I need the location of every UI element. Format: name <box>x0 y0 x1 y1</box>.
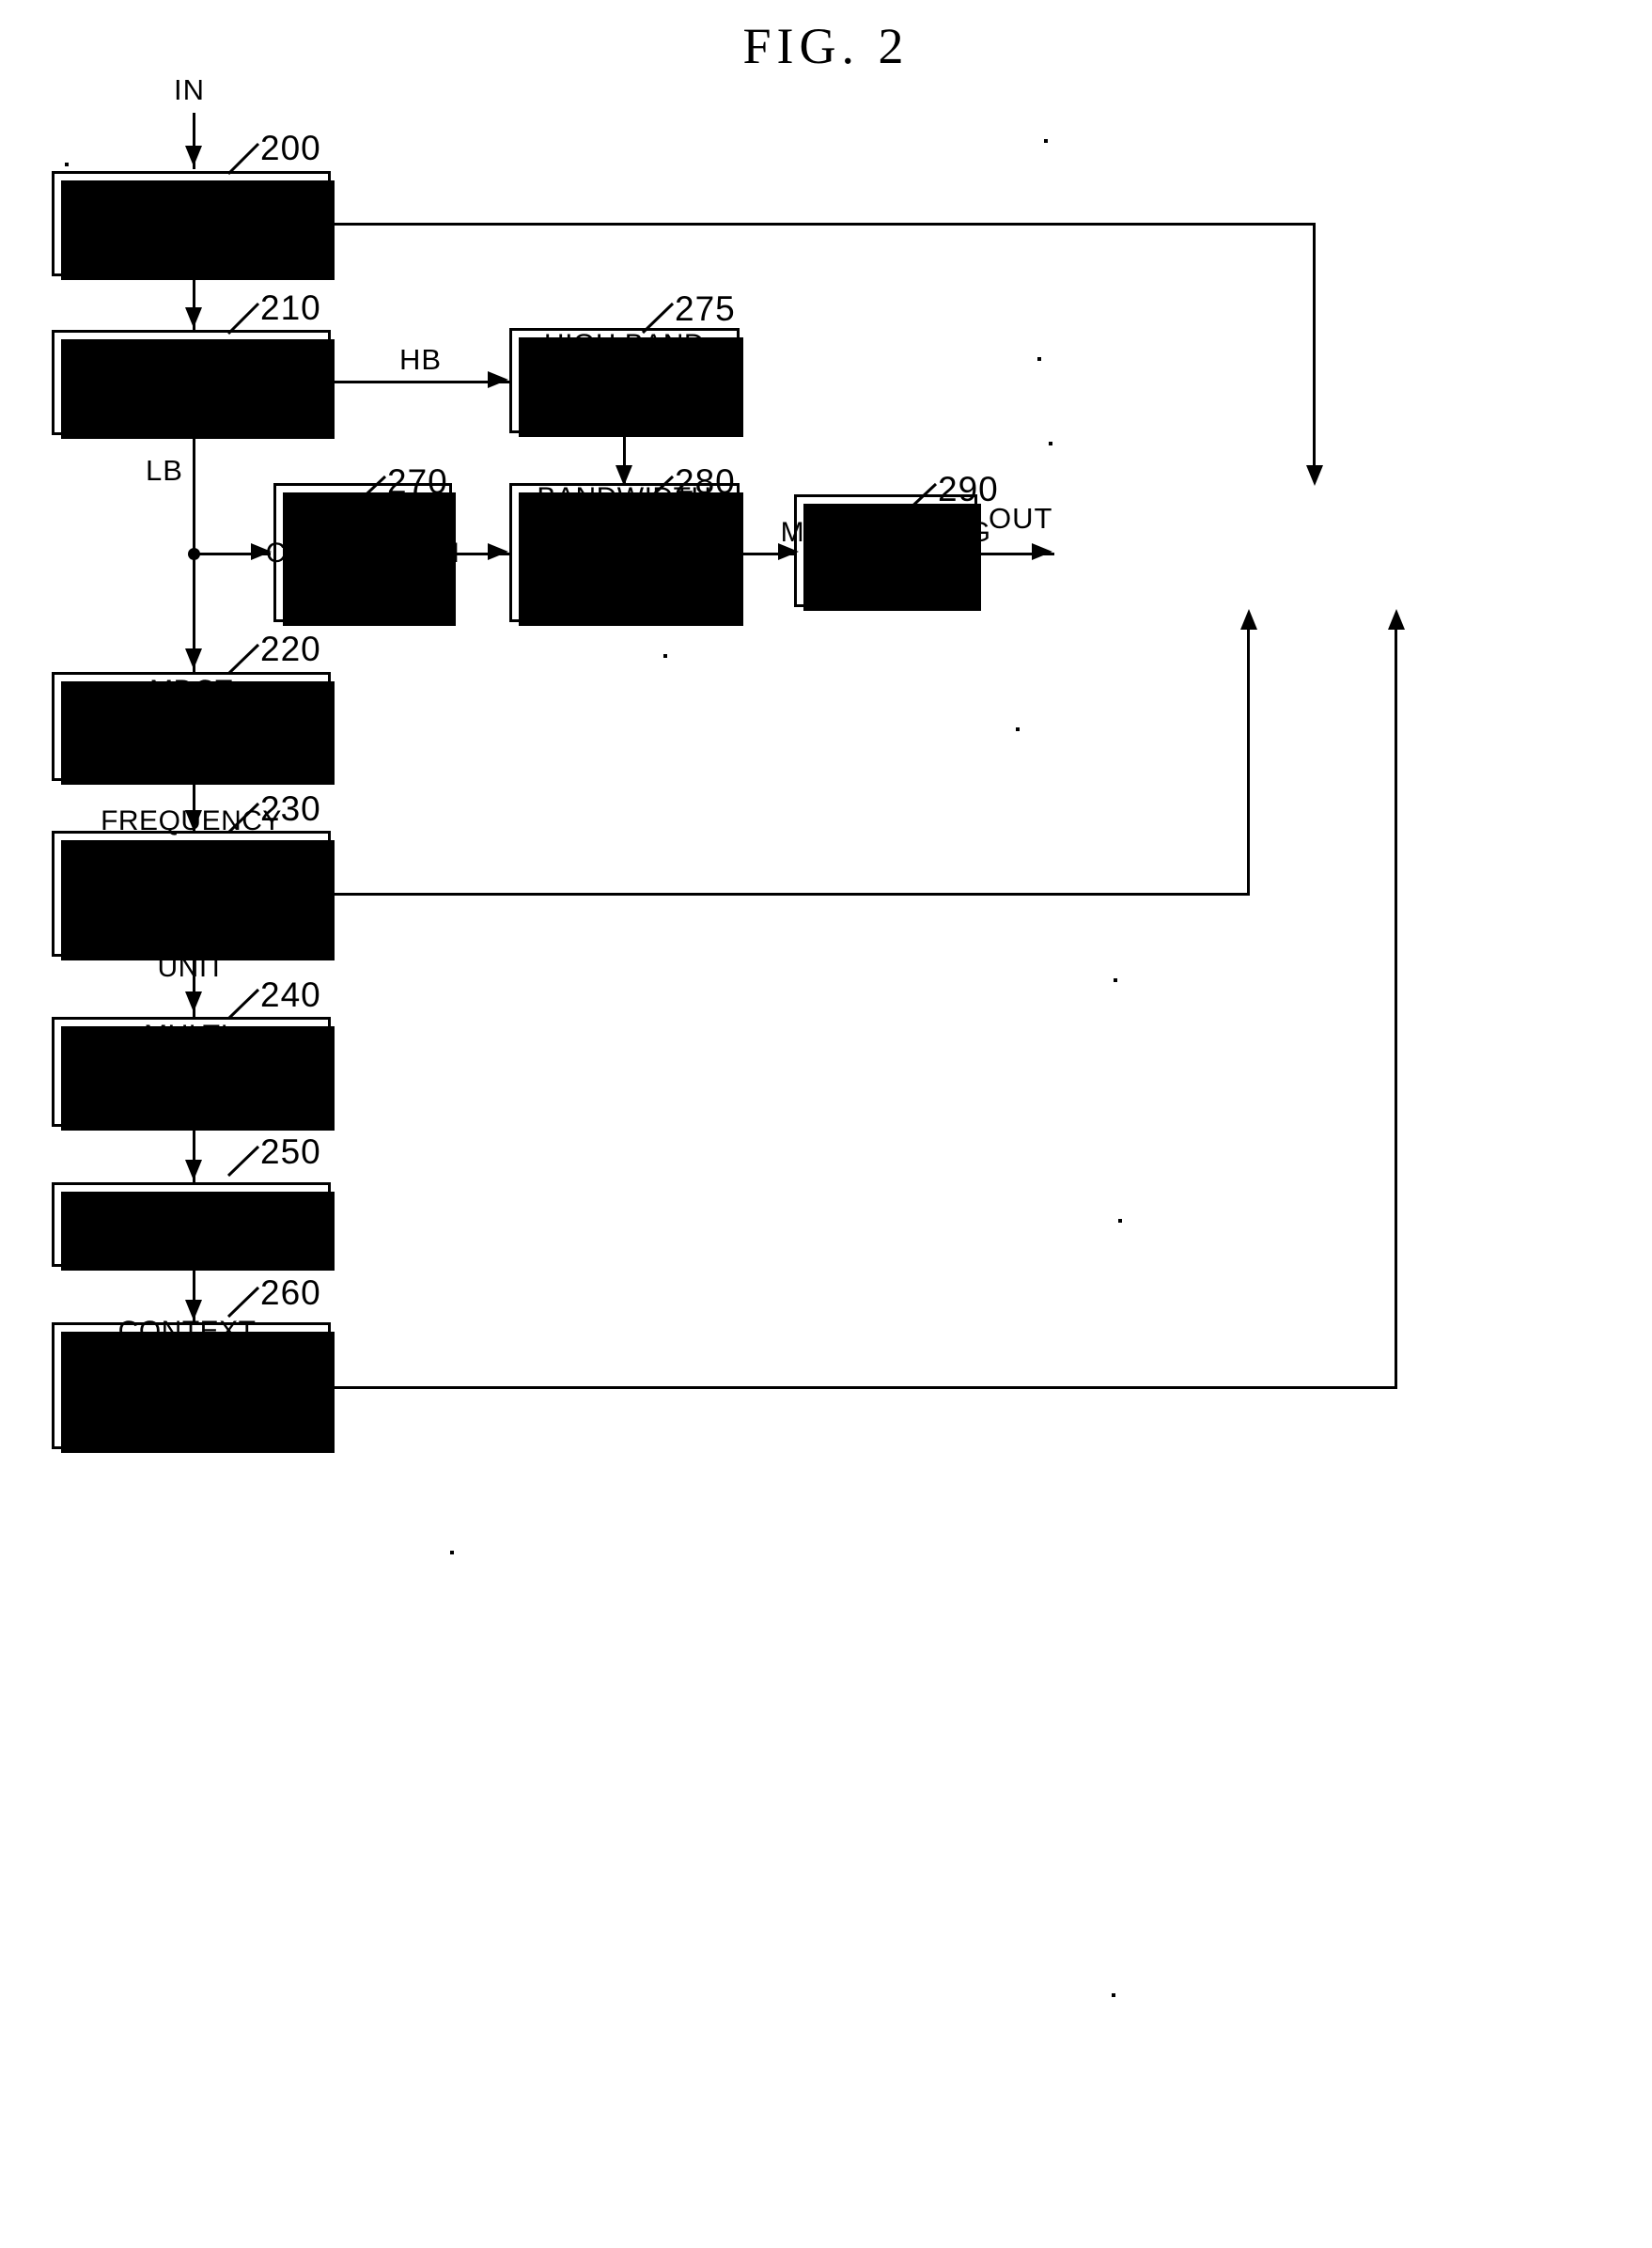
leader-260 <box>226 1285 266 1322</box>
leader-290 <box>904 481 943 519</box>
ref-270: 270 <box>387 462 448 501</box>
ref-275: 275 <box>675 289 736 328</box>
arrowhead-stereo-to-band <box>185 307 202 328</box>
block-quantization-unit[interactable]: QUANTIZATION UNIT <box>52 1182 335 1271</box>
leader-230 <box>226 801 266 838</box>
ref-210: 210 <box>260 289 321 327</box>
arrowhead-out <box>1032 543 1052 560</box>
wire-flp-to-mux-h <box>331 893 1250 896</box>
wire-cdb-to-mux-h <box>331 1386 1397 1389</box>
block-label: HIGH BAND CONVERSION UNIT <box>527 328 722 433</box>
block-label: QUANTIZATION UNIT <box>84 1191 299 1258</box>
leader-275 <box>641 301 680 338</box>
figure-title: FIG. 2 <box>742 18 910 74</box>
scan-speck <box>1118 1219 1122 1223</box>
hb-label: HB <box>399 343 443 376</box>
arrowhead-quant-to-cdb <box>185 1300 202 1320</box>
ref-200: 200 <box>260 129 321 167</box>
arrowhead-flp-to-mra <box>185 991 202 1012</box>
arrowhead-bwe-to-mux <box>778 543 799 560</box>
block-bandwidth-extension-encoding-unit[interactable]: BANDWIDTH EXTENSION ENCODING UNIT <box>509 482 743 626</box>
arrowhead-hbconv-to-bwe <box>616 465 632 486</box>
block-label: BAND SPLITTING UNIT <box>78 349 304 416</box>
wire-flp-to-mux-v <box>1247 628 1250 896</box>
block-label: CONTEXT-DEPENDENT BITPLANE ENCODING UNIT <box>75 1315 307 1457</box>
junction-dot-lb <box>188 548 200 560</box>
block-context-dependent-bitplane-encoding-unit[interactable]: CONTEXT-DEPENDENT BITPLANE ENCODING UNIT <box>52 1316 335 1457</box>
leader-250 <box>226 1144 266 1181</box>
block-frequency-linear-prediction-performance-unit[interactable]: FREQUENCY LINEAR PREDICTION PERFORMANCE … <box>52 805 335 983</box>
block-label: MDCT APPLICATION UNIT <box>96 674 287 779</box>
ref-250: 250 <box>260 1132 321 1171</box>
wire-cdb-to-mux-v <box>1395 628 1397 1389</box>
block-multiplexing-unit[interactable]: MULTIPLEXING UNIT <box>781 494 990 611</box>
block-mdct-application-unit[interactable]: MDCT APPLICATION UNIT <box>52 672 335 785</box>
output-label: OUT <box>989 502 1053 535</box>
ref-220: 220 <box>260 630 321 668</box>
block-label: MULTI-RESOLUTION ANALYSIS UNIT <box>83 1020 300 1124</box>
lb-label: LB <box>146 454 183 487</box>
arrowhead-mra-to-quant <box>185 1160 202 1180</box>
scan-speck <box>65 163 69 166</box>
block-label: STEREO ENCODING UNIT <box>75 190 307 258</box>
scan-speck <box>1016 727 1020 731</box>
block-label: LOW BAND CONVERSION UNIT <box>265 500 460 605</box>
scan-speck <box>1044 139 1048 143</box>
leader-220 <box>226 642 266 679</box>
ref-280: 280 <box>675 462 736 501</box>
arrowhead-mdct-to-flp <box>185 810 202 831</box>
block-stereo-encoding-unit[interactable]: STEREO ENCODING UNIT <box>52 171 335 280</box>
arrowhead-in <box>185 146 202 166</box>
leader-210 <box>226 301 266 338</box>
wire-hb <box>331 381 509 383</box>
wire-stereo-to-mux-h <box>331 223 1316 226</box>
scan-speck <box>1049 442 1052 445</box>
leader-270 <box>353 474 393 511</box>
input-label: IN <box>174 73 205 106</box>
scan-speck <box>663 654 667 658</box>
arrowhead-cdb-to-mux <box>1388 609 1405 630</box>
scan-speck <box>1114 978 1117 982</box>
ref-230: 230 <box>260 789 321 828</box>
arrowhead-stereo-to-mux <box>1306 465 1323 486</box>
block-multi-resolution-analysis-unit[interactable]: MULTI-RESOLUTION ANALYSIS UNIT <box>52 1017 335 1131</box>
block-label: MULTIPLEXING UNIT <box>780 517 991 585</box>
arrowhead-flp-to-mux <box>1240 609 1257 630</box>
ref-260: 260 <box>260 1273 321 1312</box>
ref-240: 240 <box>260 976 321 1014</box>
scan-speck <box>1112 1993 1115 1997</box>
arrowhead-lb-branch <box>251 543 272 560</box>
arrowhead-lb-to-mdct <box>185 648 202 669</box>
scan-speck <box>1037 357 1041 361</box>
arrowhead-lbconv-to-bwe <box>488 543 508 560</box>
block-band-splitting-unit[interactable]: BAND SPLITTING UNIT <box>52 330 335 439</box>
scan-speck <box>450 1551 454 1554</box>
leader-240 <box>226 987 266 1024</box>
wire-stereo-to-mux-v <box>1313 223 1316 478</box>
arrowhead-hb <box>488 371 508 388</box>
leader-280 <box>641 474 680 511</box>
block-high-band-conversion-unit[interactable]: HIGH BAND CONVERSION UNIT <box>509 328 743 437</box>
leader-200 <box>226 141 266 179</box>
